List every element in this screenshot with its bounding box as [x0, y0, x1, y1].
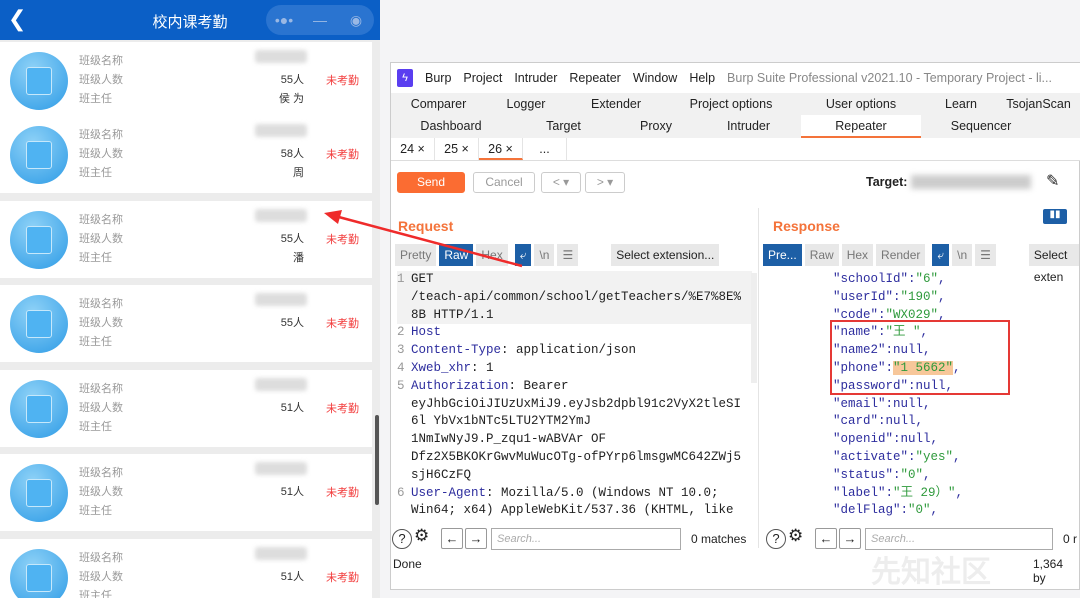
annotation-arrow [324, 210, 523, 268]
